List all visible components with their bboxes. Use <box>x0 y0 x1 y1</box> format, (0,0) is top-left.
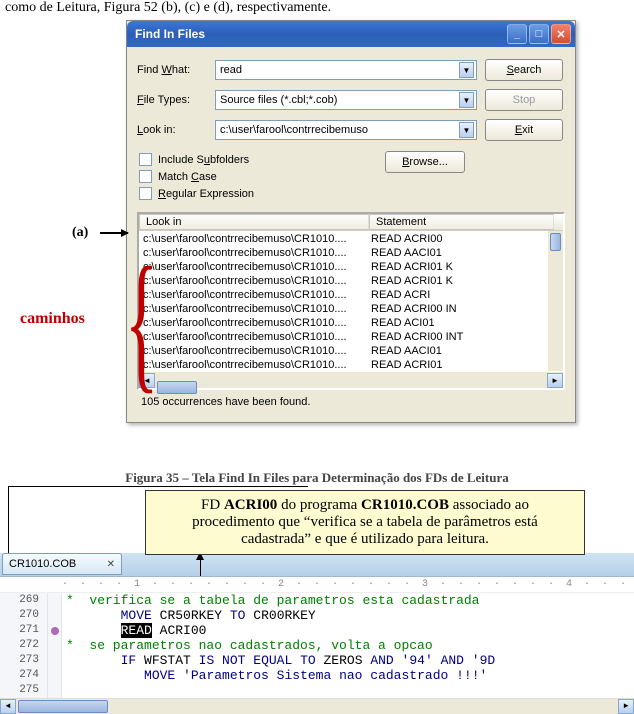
callout-arrow-v1 <box>8 486 9 556</box>
list-item[interactable]: c:\user\farool\contrrecibemuso\CR1010...… <box>139 232 563 246</box>
find-what-input[interactable]: read ▼ <box>215 60 477 80</box>
file-types-input[interactable]: Source files (*.cbl;*.cob) ▼ <box>215 90 477 110</box>
scroll-right-icon[interactable]: ► <box>618 699 634 714</box>
regex-checkbox[interactable] <box>139 187 152 200</box>
code-editor[interactable]: · · · · 1 · · · · · · · 2 · · · · · · · … <box>0 576 634 714</box>
titlebar[interactable]: Find In Files _ □ ✕ <box>127 21 575 47</box>
status-text: 105 occurrences have been found. <box>137 390 565 412</box>
scroll-right-icon[interactable]: ► <box>547 373 563 388</box>
title-text: Find In Files <box>131 27 507 41</box>
chevron-down-icon[interactable]: ▼ <box>459 92 474 108</box>
exit-button[interactable]: Exit <box>485 119 563 141</box>
annotation-a: (a) <box>72 225 88 241</box>
match-case-checkbox[interactable] <box>139 170 152 183</box>
callout-box: FD ACRI00 do programa CR1010.COB associa… <box>145 490 585 555</box>
minimize-button[interactable]: _ <box>507 24 527 44</box>
code-line[interactable]: 273 IF WFSTAT IS NOT EQUAL TO ZEROS AND … <box>0 653 634 668</box>
chevron-down-icon[interactable]: ▼ <box>459 62 474 78</box>
chevron-down-icon[interactable]: ▼ <box>459 122 474 138</box>
close-button[interactable]: ✕ <box>551 24 571 44</box>
scroll-left-icon[interactable]: ◄ <box>0 699 16 714</box>
editor-tab-label: CR1010.COB <box>9 558 76 570</box>
list-item[interactable]: c:\user\farool\contrrecibemuso\CR1010...… <box>139 330 563 344</box>
horizontal-scrollbar[interactable]: ◄ ► <box>139 371 563 388</box>
callout-arrow-h <box>8 486 308 487</box>
column-header-lookin[interactable]: Look in <box>139 214 369 230</box>
list-item[interactable]: c:\user\farool\contrrecibemuso\CR1010...… <box>139 358 563 371</box>
editor-horizontal-scrollbar[interactable]: ◄ ► <box>0 698 634 714</box>
list-item[interactable]: c:\user\farool\contrrecibemuso\CR1010...… <box>139 246 563 260</box>
code-line[interactable]: 274 MOVE 'Parametros Sistema nao cadastr… <box>0 668 634 683</box>
include-subfolders-checkbox[interactable] <box>139 153 152 166</box>
list-item[interactable]: c:\user\farool\contrrecibemuso\CR1010...… <box>139 344 563 358</box>
page-context-text: como de Leitura, Figura 52 (b), (c) e (d… <box>5 0 331 16</box>
vertical-scrollbar[interactable] <box>547 231 563 371</box>
brace-icon: { <box>125 245 159 399</box>
code-line[interactable]: 271 READ ACRI00 <box>0 623 634 638</box>
browse-button[interactable]: Browse... <box>385 151 465 173</box>
figure-caption: Figura 35 – Tela Find In Files para Dete… <box>0 470 634 486</box>
breakpoint-icon[interactable] <box>51 627 59 635</box>
look-in-input[interactable]: c:\user\farool\contrrecibemuso ▼ <box>215 120 477 140</box>
include-subfolders-label: Include Subfolders <box>158 154 249 166</box>
code-line[interactable]: 275 <box>0 683 634 698</box>
list-item[interactable]: c:\user\farool\contrrecibemuso\CR1010...… <box>139 316 563 330</box>
arrow-icon <box>100 232 128 234</box>
editor-tab[interactable]: CR1010.COB ✕ <box>2 553 122 575</box>
list-item[interactable]: c:\user\farool\contrrecibemuso\CR1010...… <box>139 302 563 316</box>
close-icon[interactable]: ✕ <box>107 559 115 570</box>
search-button[interactable]: Search <box>485 59 563 81</box>
file-types-label: File Types: <box>137 94 215 106</box>
match-case-label: Match Case <box>158 171 217 183</box>
find-in-files-dialog: Find In Files _ □ ✕ Find What: read ▼ Se… <box>126 20 576 423</box>
code-line[interactable]: 272* se parametros nao cadastrados, volt… <box>0 638 634 653</box>
find-what-label: Find What: <box>137 64 215 76</box>
editor-ruler: · · · · 1 · · · · · · · 2 · · · · · · · … <box>0 577 634 593</box>
list-item[interactable]: c:\user\farool\contrrecibemuso\CR1010...… <box>139 260 563 274</box>
results-listview: Look in Statement c:\user\farool\contrre… <box>137 212 565 390</box>
column-header-statement[interactable]: Statement <box>369 214 554 230</box>
list-item[interactable]: c:\user\farool\contrrecibemuso\CR1010...… <box>139 288 563 302</box>
annotation-caminhos: caminhos <box>20 310 85 328</box>
code-line[interactable]: 270 MOVE CR50RKEY TO CR00RKEY <box>0 608 634 623</box>
code-line[interactable]: 269* verifica se a tabela de parametros … <box>0 593 634 608</box>
list-item[interactable]: c:\user\farool\contrrecibemuso\CR1010...… <box>139 274 563 288</box>
regex-label: Regular Expression <box>158 188 254 200</box>
look-in-label: Look in: <box>137 124 215 136</box>
stop-button: Stop <box>485 89 563 111</box>
maximize-button[interactable]: □ <box>529 24 549 44</box>
